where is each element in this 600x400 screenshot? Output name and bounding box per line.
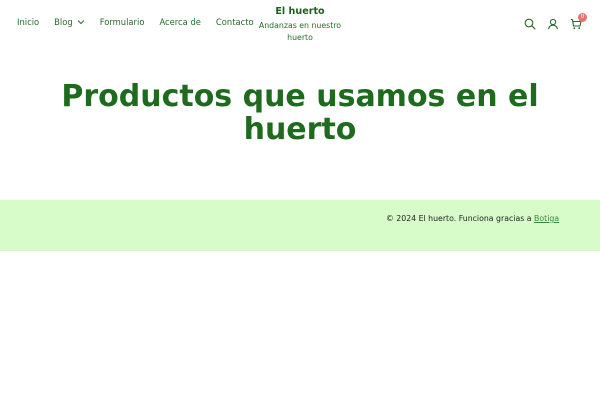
nav-item-label: Contacto: [215, 17, 254, 27]
nav-item-inicio[interactable]: Inicio: [17, 17, 39, 27]
page-title: Productos que usamos en el huerto: [61, 79, 539, 147]
site-tagline: Andanzas en nuestro huerto: [258, 21, 342, 42]
cart-count-badge: 0: [578, 13, 587, 22]
footer-credits: © 2024 El huerto. Funciona gracias a Bot…: [386, 214, 559, 223]
footer-copyright: © 2024 El huerto. Funciona gracias a: [386, 214, 535, 223]
page-header: Productos que usamos en el huerto: [0, 80, 600, 146]
user-icon[interactable]: [546, 17, 560, 31]
site-brand[interactable]: El huerto Andanzas en nuestro huerto: [252, 6, 348, 44]
chevron-down-icon: [77, 17, 85, 27]
nav-item-blog[interactable]: Blog: [54, 17, 85, 27]
site-header: Inicio Blog Formulario Acerca de Contact…: [0, 0, 600, 46]
nav-item-label: Acerca de: [159, 17, 201, 27]
nav-item-contacto[interactable]: Contacto: [216, 17, 254, 27]
header-icons: 0: [514, 13, 587, 31]
nav-item-label: Blog: [54, 17, 73, 27]
nav-item-acerca-de[interactable]: Acerca de: [159, 17, 200, 27]
nav-item-formulario[interactable]: Formulario: [100, 17, 145, 27]
nav-item-label: Inicio: [17, 17, 40, 27]
nav-item-label: Formulario: [99, 17, 145, 27]
site-title[interactable]: El huerto: [252, 6, 348, 18]
search-icon[interactable]: [523, 17, 537, 31]
footer-link-botiga[interactable]: Botiga: [534, 214, 559, 223]
main-nav: Inicio Blog Formulario Acerca de Contact…: [17, 17, 269, 27]
cart-icon[interactable]: 0: [569, 13, 587, 31]
site-footer: © 2024 El huerto. Funciona gracias a Bot…: [0, 200, 600, 251]
